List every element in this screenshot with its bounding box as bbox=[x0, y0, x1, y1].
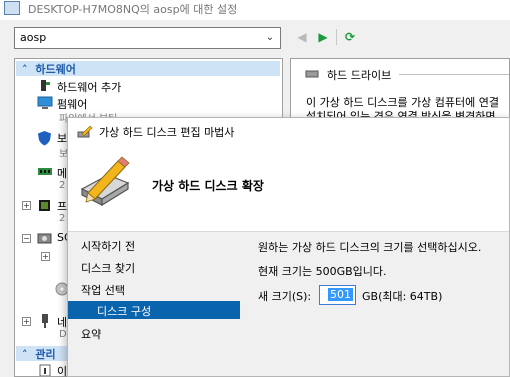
chevron-down-icon[interactable]: ⌄ bbox=[263, 30, 277, 46]
toolbar: aosp ⌄ ◀ ▶ ⟳ bbox=[0, 20, 510, 54]
wizard-header: 가상 하드 디스크 확장 bbox=[68, 147, 509, 231]
new-size-label: 새 크기(S): bbox=[258, 290, 312, 303]
tree-item-add-hardware[interactable]: 하드웨어 추가 bbox=[57, 79, 121, 95]
hard-drive-section-title: 하드 드라이브 bbox=[327, 69, 392, 82]
wizard-title: 가상 하드 디스크 편집 마법사 bbox=[99, 126, 235, 139]
expand-hard-drive-icon[interactable]: + bbox=[41, 252, 50, 261]
wizard-title-bar: 가상 하드 디스크 편집 마법사 bbox=[68, 118, 509, 147]
new-size-input[interactable]: 501 bbox=[319, 285, 356, 305]
memory-icon bbox=[38, 168, 52, 175]
firmware-icon bbox=[37, 96, 53, 109]
expand-processor-icon[interactable]: + bbox=[22, 201, 31, 210]
info-icon bbox=[39, 364, 51, 376]
expand-network-icon[interactable]: + bbox=[22, 317, 31, 326]
hyperv-settings-icon bbox=[4, 1, 20, 15]
scsi-controller-icon bbox=[37, 233, 52, 244]
hardware-section-header[interactable]: ˄ 하드웨어 bbox=[16, 61, 280, 76]
tree-item-security[interactable]: 보 bbox=[57, 130, 67, 146]
wizard-body: 시작하기 전 디스크 찾기 작업 선택 디스크 구성 요약 원하는 가상 하드 … bbox=[68, 231, 509, 376]
forward-arrow-icon[interactable]: ▶ bbox=[316, 29, 330, 45]
section-divider bbox=[399, 74, 509, 75]
step-configure-disk[interactable]: 디스크 구성 bbox=[68, 301, 240, 319]
instruction-text: 원하는 가상 하드 디스크의 크기를 선택하십시오. bbox=[258, 241, 482, 254]
step-before-you-begin[interactable]: 시작하기 전 bbox=[81, 238, 135, 254]
tree-sub-processor: 2 bbox=[59, 213, 66, 224]
window-title: DESKTOP-H7MO8NQ의 aosp에 대한 설정 bbox=[28, 3, 238, 16]
vm-select-value: aosp bbox=[20, 31, 47, 44]
new-size-value: 501 bbox=[328, 288, 353, 301]
hard-drive-icon bbox=[305, 70, 319, 78]
collapse-scsi-icon[interactable]: − bbox=[22, 234, 31, 243]
current-size-text: 현재 크기는 500GB입니다. bbox=[258, 265, 387, 278]
wizard-title-icon bbox=[77, 125, 93, 138]
edit-virtual-disk-wizard: 가상 하드 디스크 편집 마법사 가상 하드 디스크 확장 시작하기 전 디스크… bbox=[67, 117, 510, 377]
size-unit-label: GB(최대: 64TB) bbox=[362, 290, 443, 303]
tree-item-integration[interactable]: 이 bbox=[57, 363, 67, 376]
disk-edit-icon bbox=[80, 156, 130, 207]
step-locate-disk[interactable]: 디스크 찾기 bbox=[81, 260, 135, 276]
management-section-label: 관리 bbox=[35, 348, 56, 361]
step-choose-action[interactable]: 작업 선택 bbox=[81, 282, 125, 298]
tree-sub-network: D bbox=[59, 329, 67, 340]
network-adapter-icon bbox=[42, 314, 48, 328]
window-title-bar: DESKTOP-H7MO8NQ의 aosp에 대한 설정 bbox=[0, 0, 510, 20]
wizard-step-list: 시작하기 전 디스크 찾기 작업 선택 디스크 구성 요약 bbox=[68, 232, 240, 376]
wizard-content: 원하는 가상 하드 디스크의 크기를 선택하십시오. 현재 크기는 500GB입… bbox=[258, 232, 508, 376]
step-summary[interactable]: 요약 bbox=[81, 326, 101, 342]
refresh-icon[interactable]: ⟳ bbox=[343, 29, 357, 45]
security-shield-icon bbox=[38, 131, 51, 146]
back-arrow-icon[interactable]: ◀ bbox=[295, 29, 309, 45]
tree-item-processor[interactable]: 프 bbox=[57, 198, 67, 214]
collapse-icon[interactable]: ˄ bbox=[22, 348, 28, 361]
collapse-icon[interactable]: ˄ bbox=[22, 63, 28, 76]
tree-item-memory[interactable]: 메 bbox=[57, 165, 67, 181]
tree-sub-memory: 2 bbox=[59, 180, 66, 191]
hardware-section-label: 하드웨어 bbox=[35, 63, 76, 76]
toolbar-separator bbox=[336, 29, 337, 45]
add-hardware-icon bbox=[41, 80, 50, 91]
wizard-heading: 가상 하드 디스크 확장 bbox=[152, 179, 264, 193]
vm-select-dropdown[interactable]: aosp ⌄ bbox=[14, 27, 281, 49]
processor-icon bbox=[39, 200, 50, 211]
tree-item-network[interactable]: 네 bbox=[57, 314, 67, 330]
